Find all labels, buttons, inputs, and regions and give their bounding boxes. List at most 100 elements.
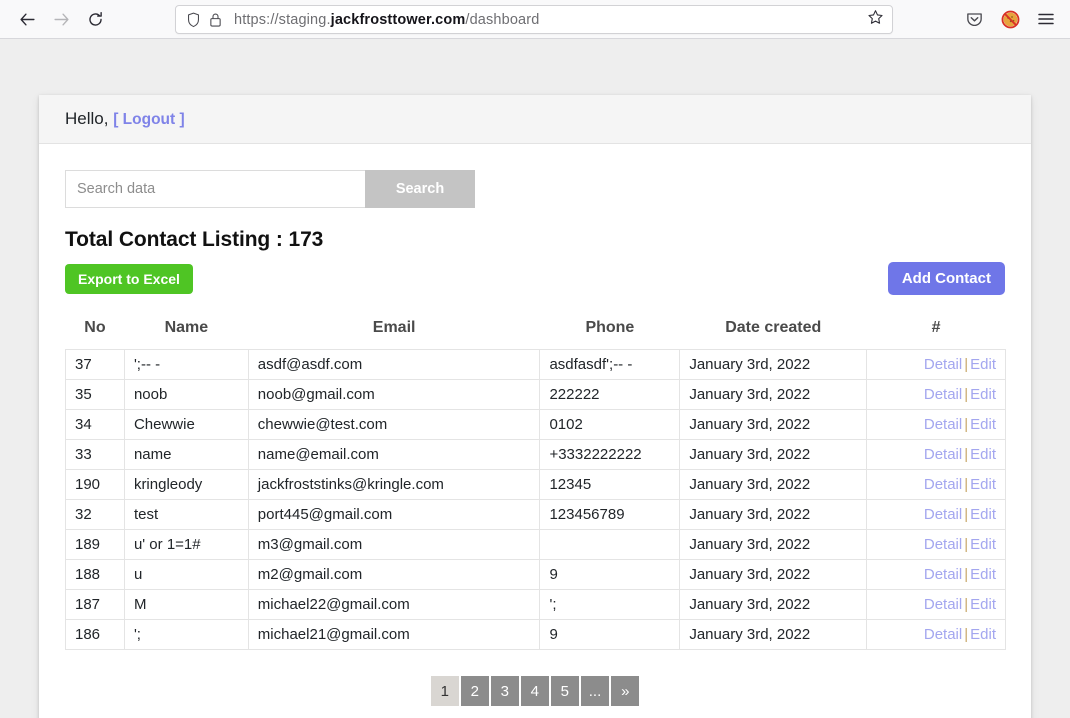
lock-icon[interactable] [209,12,222,28]
card-header: Hello, [ Logout ] [39,95,1031,144]
detail-link[interactable]: Detail [924,476,962,493]
logout-link[interactable]: [ Logout ] [113,111,184,128]
pagination-page-4[interactable]: 4 [520,676,549,706]
edit-link[interactable]: Edit [970,476,996,493]
table-row: 33 name name@email.com +3332222222 January 3… [65,439,1006,470]
edit-link[interactable]: Edit [970,536,996,553]
forward-icon[interactable] [44,4,78,34]
cell-no: 186 [65,619,125,650]
cell-date: January 3rd, 2022 [679,619,868,650]
reload-icon[interactable] [78,4,112,34]
action-row: Export to Excel Add Contact [65,262,1005,295]
url-domain: jackfrosttower.com [330,11,466,28]
cell-email: asdf@asdf.com [247,349,541,380]
edit-link[interactable]: Edit [970,386,996,403]
table-row: 187 Mmichael22@gmail.com '; January 3rd, 20… [65,589,1006,620]
cell-date: January 3rd, 2022 [679,499,868,530]
table-body: 37 ';-- - asdf@asdf.com asdfasdf';-- - Janua… [65,349,1006,650]
cell-phone [539,529,681,560]
cell-name: M [123,589,249,620]
search-input[interactable] [65,170,365,208]
action-separator: | [964,386,969,403]
action-separator: | [964,506,969,523]
edit-link[interactable]: Edit [970,506,996,523]
action-separator: | [964,476,969,493]
pagination-page-7[interactable]: » [611,676,640,706]
cell-name: u' or 1=1# [123,529,249,560]
pocket-icon[interactable] [958,4,990,34]
table-row: 32 test port445@gmail.com 123456789 January … [65,499,1006,530]
cell-phone: 222222 [539,379,681,410]
hamburger-menu-icon[interactable] [1030,4,1062,34]
edit-link[interactable]: Edit [970,356,996,373]
page-title: Total Contact Listing : 173 [65,228,324,251]
url-prefix: https://staging. [234,11,331,28]
pagination-page-2[interactable]: 2 [460,676,489,706]
column-header-phone: Phone [585,319,635,336]
pagination-page-1[interactable]: 1 [430,676,459,706]
action-separator: | [964,596,969,613]
cell-email: jackfroststinks@kringle.com [247,469,541,500]
edit-link[interactable]: Edit [970,416,996,433]
cell-actions: Detail | Edit [866,349,1006,380]
detail-link[interactable]: Detail [924,416,962,433]
table-row: 186 '; michael21@gmail.com 9 January 3rd, 20… [65,619,1006,650]
add-contact-button[interactable]: Add Contact [887,262,1005,295]
cell-actions: Detail | Edit [866,559,1006,590]
cell-no: 188 [65,559,125,590]
cell-actions: Detail | Edit [866,379,1006,410]
cell-name: ';-- - [123,349,249,380]
edit-link[interactable]: Edit [970,626,996,643]
cell-email: chewwie@test.com [247,409,541,440]
cell-no: 37 [65,349,125,380]
detail-link[interactable]: Detail [924,536,962,553]
detail-link[interactable]: Detail [924,506,962,523]
bookmark-star-icon[interactable] [867,9,884,31]
cell-phone: 0102 [539,409,681,440]
address-bar-container: https://staging.jackfrosttower.com/dashb… [175,5,893,34]
action-separator: | [964,416,969,433]
contacts-table: No Name Email Phone Date created # 37 ';-… [65,313,1006,650]
cell-actions: Detail | Edit [866,469,1006,500]
blocked-content-icon[interactable] [994,4,1026,34]
cell-phone: 123456789 [539,499,681,530]
back-icon[interactable] [10,4,44,34]
export-to-excel-button[interactable]: Export to Excel [65,263,193,294]
pagination-page-5[interactable]: 5 [550,676,579,706]
cell-actions: Detail | Edit [866,619,1006,650]
cell-phone: +3332222222 [539,439,681,470]
detail-link[interactable]: Detail [924,446,962,463]
action-separator: | [964,356,969,373]
cell-actions: Detail | Edit [866,529,1006,560]
edit-link[interactable]: Edit [970,446,996,463]
address-bar[interactable]: https://staging.jackfrosttower.com/dashb… [175,5,893,34]
shield-icon[interactable] [186,12,201,28]
cell-actions: Detail | Edit [866,439,1006,470]
cell-no: 187 [65,589,125,620]
detail-link[interactable]: Detail [924,386,962,403]
detail-link[interactable]: Detail [924,596,962,613]
detail-link[interactable]: Detail [924,356,962,373]
search-form: Search [65,170,475,208]
cell-no: 189 [65,529,125,560]
page-background: Hello, [ Logout ] Search Total Contact L… [0,39,1070,718]
column-header-name: Name [164,319,209,336]
cell-actions: Detail | Edit [866,409,1006,440]
cell-email: m2@gmail.com [247,559,541,590]
toolbar-right-icons [958,4,1062,34]
table-row: 188 u m2@gmail.com 9 January 3rd, 2022 Detail… [65,559,1006,590]
search-button[interactable]: Search [365,170,475,208]
pagination-page-6[interactable]: ... [580,676,610,706]
column-header-email: Email [372,319,416,336]
cell-name: Chewwie [123,409,249,440]
cell-phone: 9 [539,619,681,650]
edit-link[interactable]: Edit [970,596,996,613]
detail-link[interactable]: Detail [924,626,962,643]
edit-link[interactable]: Edit [970,566,996,583]
cell-email: michael21@gmail.com [247,619,541,650]
detail-link[interactable]: Detail [924,566,962,583]
pagination-page-3[interactable]: 3 [490,676,519,706]
cell-no: 190 [65,469,125,500]
table-row: 35 noob noob@gmail.com 222222 January 3rd, 2… [65,379,1006,410]
table-row: 34 Chewwie chewwie@test.com 0102 January 3rd… [65,409,1006,440]
